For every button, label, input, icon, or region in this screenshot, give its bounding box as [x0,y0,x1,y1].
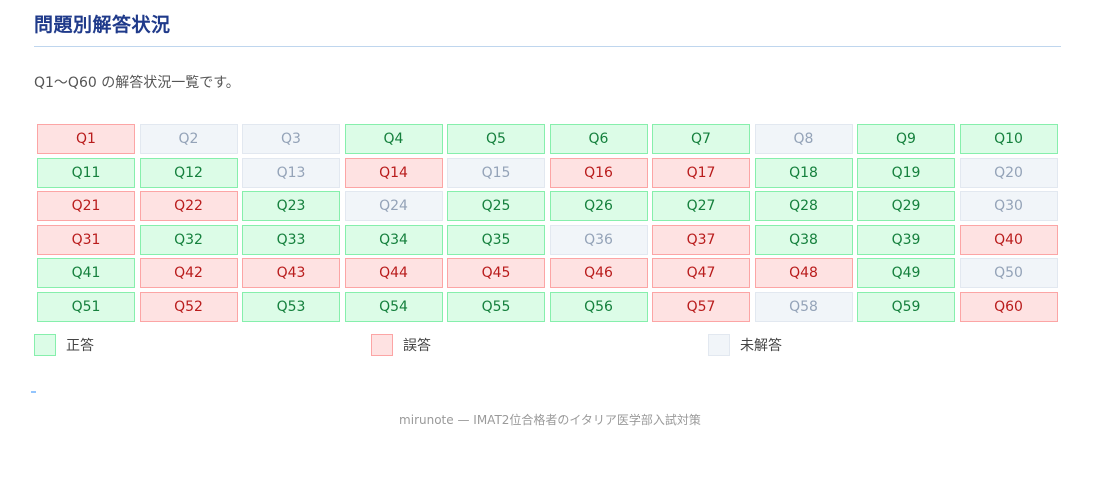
question-cell[interactable]: Q47 [652,258,750,289]
question-cell[interactable]: Q31 [37,224,135,255]
question-cell[interactable]: Q51 [37,291,135,322]
question-cell[interactable]: Q60 [959,291,1058,322]
question-cell[interactable]: Q24 [344,191,443,222]
question-cell[interactable]: Q15 [447,157,545,188]
question-cell[interactable]: Q36 [549,224,648,255]
question-cell[interactable]: Q12 [139,157,238,188]
legend-wrong: 誤答 [371,334,431,356]
legend-unanswered: 未解答 [708,334,782,356]
question-cell[interactable]: Q22 [139,191,238,222]
question-cell[interactable]: Q16 [549,157,648,188]
question-cell[interactable]: Q28 [754,191,853,222]
question-cell[interactable]: Q34 [344,224,443,255]
question-cell[interactable]: Q17 [652,157,750,188]
legend-unanswered-label: 未解答 [740,338,782,354]
question-cell[interactable]: Q37 [652,224,750,255]
question-cell[interactable]: Q2 [139,124,238,154]
question-cell[interactable]: Q27 [652,191,750,222]
question-cell[interactable]: Q59 [857,291,955,322]
footer-text: mirunote — IMAT2位合格者のイタリア医学部入試対策 [399,413,701,427]
question-cell[interactable]: Q48 [754,258,853,289]
question-cell[interactable]: Q55 [447,291,545,322]
question-cell[interactable]: Q19 [857,157,955,188]
legend-wrong-swatch [371,334,393,356]
question-cell[interactable]: Q23 [242,191,340,222]
question-status-grid: Q1 Q2 Q3 Q4 Q5 Q6 Q7 Q8 Q9 Q10 Q11 Q12 Q13 Q14 Q15 Q16 Q… [37,124,1058,322]
question-cell[interactable]: Q7 [652,124,750,154]
question-cell[interactable]: Q33 [242,224,340,255]
question-cell[interactable]: Q49 [857,258,955,289]
legend-correct-swatch [34,334,56,356]
question-cell[interactable]: Q45 [447,258,545,289]
question-cell[interactable]: Q38 [754,224,853,255]
question-cell[interactable]: Q39 [857,224,955,255]
title-divider [34,46,1061,47]
question-cell[interactable]: Q6 [549,124,648,154]
description-text: Q1〜Q60 の解答状況一覧です。 [34,75,240,91]
question-cell[interactable]: Q40 [959,224,1058,255]
question-cell[interactable]: Q32 [139,224,238,255]
question-cell[interactable]: Q8 [754,124,853,154]
question-cell[interactable]: Q44 [344,258,443,289]
legend-unanswered-swatch [708,334,730,356]
question-cell[interactable]: Q50 [959,258,1058,289]
question-cell[interactable]: Q52 [139,291,238,322]
question-cell[interactable]: Q41 [37,258,135,289]
question-cell[interactable]: Q14 [344,157,443,188]
question-cell[interactable]: Q13 [242,157,340,188]
question-cell[interactable]: Q42 [139,258,238,289]
legend-correct: 正答 [34,334,94,356]
question-cell[interactable]: Q58 [754,291,853,322]
question-cell[interactable]: Q57 [652,291,750,322]
legend-correct-label: 正答 [66,338,94,354]
question-cell[interactable]: Q56 [549,291,648,322]
question-cell[interactable]: Q1 [37,124,135,154]
question-cell[interactable]: Q53 [242,291,340,322]
question-cell[interactable]: Q18 [754,157,853,188]
question-cell[interactable]: Q43 [242,258,340,289]
question-cell[interactable]: Q10 [959,124,1058,154]
question-cell[interactable]: Q26 [549,191,648,222]
question-cell[interactable]: Q54 [344,291,443,322]
question-cell[interactable]: Q3 [242,124,340,154]
question-cell[interactable]: Q29 [857,191,955,222]
question-cell[interactable]: Q20 [959,157,1058,188]
question-cell[interactable]: Q11 [37,157,135,188]
decorative-mark [31,391,36,393]
question-cell[interactable]: Q21 [37,191,135,222]
question-cell[interactable]: Q35 [447,224,545,255]
page: 問題別解答状況 Q1〜Q60 の解答状況一覧です。 Q1 Q2 Q3 Q4 Q5 Q6 Q7… [0,0,1100,498]
question-cell[interactable]: Q5 [447,124,545,154]
question-cell[interactable]: Q25 [447,191,545,222]
question-cell[interactable]: Q46 [549,258,648,289]
question-cell[interactable]: Q4 [344,124,443,154]
page-title: 問題別解答状況 [34,14,171,36]
question-cell[interactable]: Q30 [959,191,1058,222]
legend-wrong-label: 誤答 [403,338,431,354]
question-cell[interactable]: Q9 [857,124,955,154]
